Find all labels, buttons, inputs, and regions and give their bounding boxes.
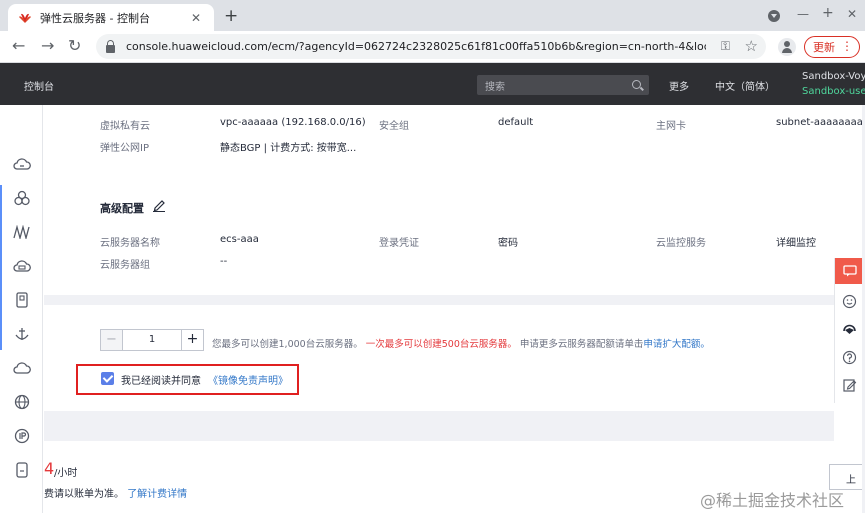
profile-avatar-icon[interactable]	[778, 38, 796, 56]
update-button[interactable]: 更新 ⋮	[804, 36, 860, 58]
update-label: 更新	[813, 41, 835, 54]
downloads-icon[interactable]	[768, 10, 780, 22]
main-content: 虚拟私有云 vpc-aaaaaa (192.168.0.0/16) 安全组 de…	[44, 105, 865, 513]
edit-note-icon[interactable]	[842, 378, 857, 393]
database-icon[interactable]	[11, 461, 33, 479]
globe-icon[interactable]	[11, 393, 33, 411]
decrease-button[interactable]: −	[101, 330, 123, 350]
sidebar-active-indicator	[0, 185, 2, 350]
cloud-storage-icon[interactable]	[11, 257, 33, 275]
browser-tab[interactable]: 弹性云服务器 - 控制台 ✕	[8, 4, 214, 31]
security-group-label: 安全组	[379, 121, 409, 132]
price-unit: /小时	[54, 468, 78, 479]
back-arrow-icon[interactable]: ←	[12, 37, 25, 55]
agree-label: 我已经阅读并同意	[121, 376, 201, 387]
login-credential-label: 登录凭证	[379, 238, 419, 249]
billing-note-text: 费请以账单为准。	[44, 489, 124, 500]
anchor-icon[interactable]	[11, 325, 33, 343]
config-summary-section: 虚拟私有云 vpc-aaaaaa (192.168.0.0/16) 安全组 de…	[44, 105, 865, 295]
primary-nic-label: 主网卡	[656, 121, 686, 132]
search-placeholder: 搜索	[485, 81, 505, 93]
console-header: 控制台 搜索 更多 中文（简体） Sandbox-Voy Sandbox-use	[0, 63, 865, 105]
console-home-link[interactable]: 控制台	[24, 78, 54, 93]
primary-nic-value: subnet-aaaaaaaaa	[776, 117, 865, 128]
help-question-icon[interactable]	[842, 350, 857, 365]
server-name-label: 云服务器名称	[100, 238, 160, 249]
hamburger-menu-icon[interactable]	[11, 115, 33, 133]
chat-button[interactable]	[835, 258, 864, 284]
vpc-label: 虚拟私有云	[100, 121, 150, 132]
cloud-server-icon[interactable]	[11, 155, 33, 173]
floating-help-bar	[834, 258, 864, 403]
quantity-input[interactable]: 1	[123, 330, 181, 350]
advanced-config-title: 高级配置	[100, 202, 144, 215]
address-bar[interactable]: console.huaweicloud.com/ecm/?agencyId=06…	[96, 34, 766, 59]
chat-icon	[842, 265, 857, 277]
window-close-icon[interactable]: ✕	[847, 7, 857, 21]
image-disclaimer-link[interactable]: 《镜像免责声明》	[208, 372, 288, 387]
service-sidebar	[0, 105, 43, 513]
search-icon[interactable]	[632, 80, 641, 89]
section-divider	[44, 411, 834, 441]
server-group-label: 云服务器组	[100, 260, 150, 271]
new-tab-icon[interactable]: +	[224, 6, 238, 26]
quota-hint-apply: 申请更多云服务器配额请单击	[519, 339, 644, 350]
billing-note: 费请以账单为准。 了解计费详情	[44, 485, 187, 500]
watermark-text: @稀土掘金技术社区	[700, 491, 845, 510]
agree-checkbox[interactable]	[101, 372, 114, 385]
lock-icon	[106, 39, 115, 53]
security-group-value: default	[498, 117, 534, 128]
cloud-monitor-label: 云监控服务	[656, 238, 706, 249]
eip-label: 弹性公网IP	[100, 143, 149, 154]
ip-icon[interactable]	[11, 427, 33, 445]
cloud-network-icon[interactable]	[11, 359, 33, 377]
cloud-monitor-value: 详细监控	[776, 238, 816, 249]
purchase-quantity-section: − 1 + 您最多可以创建1,000台云服务器。 一次最多可以创建500台云服务…	[44, 305, 834, 411]
account-sub-name: Sandbox-use	[802, 86, 865, 97]
edit-pencil-icon[interactable]	[152, 198, 166, 212]
disk-icon[interactable]	[11, 291, 33, 309]
account-name[interactable]: Sandbox-Voy	[802, 71, 865, 82]
minimize-icon[interactable]: —	[797, 7, 809, 21]
vpc-value: vpc-aaaaaa (192.168.0.0/16)	[220, 117, 366, 128]
quota-hint-max: 您最多可以创建1,000台云服务器。	[212, 339, 363, 350]
url-text: console.huaweicloud.com/ecm/?agencyId=06…	[126, 40, 706, 53]
language-selector[interactable]: 中文（简体）	[715, 78, 775, 93]
server-name-value: ecs-aaa	[220, 234, 259, 245]
quota-hint: 您最多可以创建1,000台云服务器。 一次最多可以创建500台云服务器。 申请更…	[212, 336, 710, 350]
more-menu[interactable]: 更多	[669, 78, 689, 93]
browser-tab-bar: 弹性云服务器 - 控制台 ✕ + — + ✕	[0, 0, 865, 31]
quota-hint-batch: 一次最多可以创建500台云服务器。	[365, 339, 517, 350]
apply-quota-link[interactable]: 申请扩大配额。	[643, 339, 710, 350]
tab-title: 弹性云服务器 - 控制台	[40, 11, 150, 25]
price-amount: 4	[44, 459, 55, 478]
bare-metal-icon[interactable]	[11, 223, 33, 241]
eip-value: 静态BGP | 计费方式: 按带宽...	[220, 143, 357, 154]
huawei-logo-icon	[19, 13, 31, 23]
section-divider	[44, 295, 834, 305]
maximize-icon[interactable]: +	[822, 5, 834, 21]
browser-toolbar: ← → ↻ console.huaweicloud.com/ecm/?agenc…	[0, 31, 865, 63]
login-credential-value: 密码	[498, 238, 518, 249]
billing-details-link[interactable]: 了解计费详情	[127, 489, 187, 500]
cluster-icon[interactable]	[11, 189, 33, 207]
reload-icon[interactable]: ↻	[68, 37, 81, 55]
menu-dots-icon: ⋮	[841, 39, 853, 53]
service-headset-icon[interactable]	[842, 322, 857, 337]
key-icon[interactable]: ⚿	[721, 39, 730, 54]
bookmark-star-icon[interactable]: ☆	[745, 37, 758, 55]
tab-close-icon[interactable]: ✕	[188, 11, 204, 25]
increase-button[interactable]: +	[181, 330, 203, 350]
console-search-input[interactable]: 搜索	[477, 75, 649, 95]
server-group-value: --	[220, 256, 228, 267]
feedback-smile-icon[interactable]	[842, 294, 857, 309]
forward-arrow-icon[interactable]: →	[41, 37, 54, 55]
quantity-stepper[interactable]: − 1 +	[100, 329, 204, 351]
